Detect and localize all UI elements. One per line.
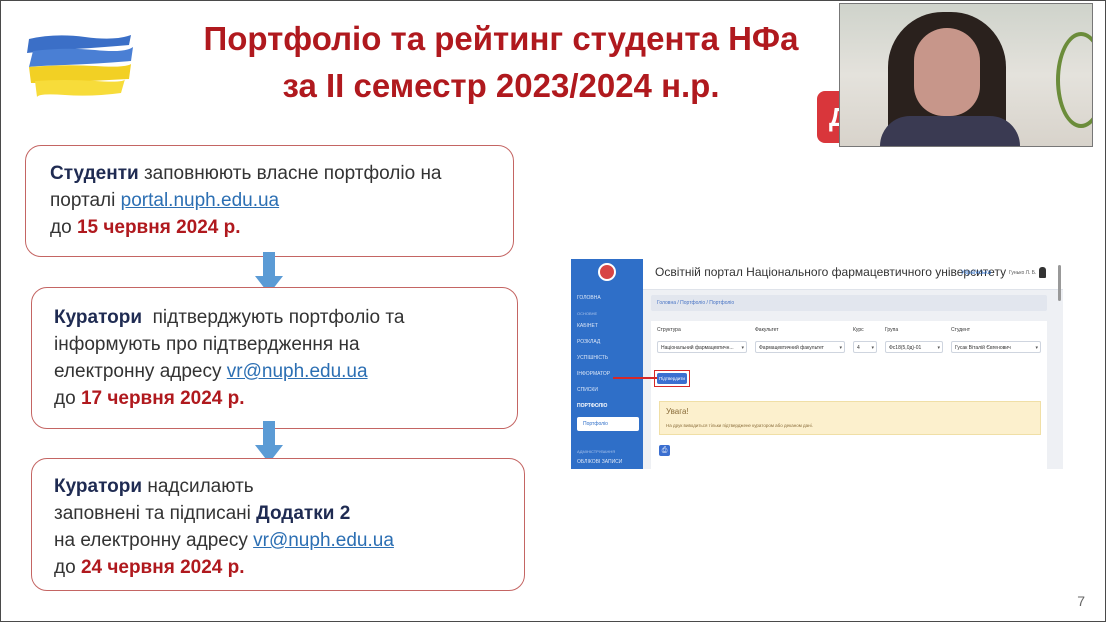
alert-title: Увага! xyxy=(666,407,689,416)
portal-nav-cabinet[interactable]: КАБІНЕТ xyxy=(577,323,598,329)
language-selector[interactable]: Українська xyxy=(961,270,991,276)
deadline-date: 24 червня 2024 р. xyxy=(80,557,245,578)
step-actor: Куратори xyxy=(54,476,143,497)
portal-nav-admin-header: АДМІНІСТРУВАННЯ xyxy=(577,449,616,454)
step-actor: Куратори xyxy=(54,307,143,328)
step-text: електронну адресу xyxy=(54,361,227,382)
presenter-face xyxy=(914,28,980,116)
step-box-curators-send: Куратори надсилають заповнені та підписа… xyxy=(31,458,525,591)
portal-nav-informer[interactable]: ІНФОРМАТОР xyxy=(577,371,610,377)
portal-breadcrumb[interactable]: Головна / Портфоліо / Портфоліо xyxy=(651,295,1047,311)
logo-ring-icon xyxy=(1056,32,1092,128)
slide-title-line1: Портфоліо та рейтинг студента НФа xyxy=(203,20,799,57)
user-avatar-icon[interactable] xyxy=(1039,267,1046,278)
portal-title: Освітній портал Національного фармацевти… xyxy=(655,265,1007,279)
course-select[interactable]: 4 xyxy=(853,341,877,353)
deadline-date: 15 червня 2024 р. xyxy=(76,217,241,238)
step-text: інформують про підтвердження на xyxy=(54,334,360,355)
step-text: порталі xyxy=(50,190,121,211)
appendix-name: Додатки 2 xyxy=(256,503,351,524)
confirm-button[interactable]: Підтвердити xyxy=(657,373,687,384)
print-icon[interactable]: ⎙ xyxy=(659,445,670,456)
group-select[interactable]: Фс18(5,0д)-01 xyxy=(885,341,943,353)
deadline-date: 17 червня 2024 р. xyxy=(80,388,245,409)
portal-scrollbar[interactable] xyxy=(1058,265,1061,301)
portal-nav-accounts[interactable]: ОБЛІКОВІ ЗАПИСИ xyxy=(577,459,622,465)
page-number: 7 xyxy=(1077,593,1085,609)
step-box-curators-confirm: Куратори підтверджують портфоліо та інфо… xyxy=(31,287,518,429)
deadline-prefix: до xyxy=(54,388,81,409)
filter-label: Структура xyxy=(657,327,681,333)
slide-title: Портфоліо та рейтинг студента НФа за II … xyxy=(151,15,851,109)
university-logo-icon xyxy=(598,263,616,281)
email-link[interactable]: vr@nuph.edu.ua xyxy=(253,530,394,551)
portal-nav-portfolio-sub[interactable]: Портфоліо xyxy=(577,417,639,431)
filter-label: Курс xyxy=(853,327,864,333)
filter-label: Факультет xyxy=(755,327,779,333)
slide-title-line2: за II семестр 2023/2024 н.р. xyxy=(282,67,720,104)
step-actor: Студенти xyxy=(50,163,139,184)
email-link[interactable]: vr@nuph.edu.ua xyxy=(227,361,368,382)
alert-text: На друк виводиться тільки підтверджене к… xyxy=(666,423,813,428)
step-text: підтверджують портфоліо та xyxy=(142,307,405,328)
portal-sidebar: ГОЛОВНА ОСНОВНЕ КАБІНЕТ РОЗКЛАД УСПІШНІС… xyxy=(571,259,643,469)
portal-nav-grades[interactable]: УСПІШНІСТЬ xyxy=(577,355,608,361)
deadline-prefix: до xyxy=(50,217,77,238)
student-select[interactable]: Гусак Віталій Євгенович xyxy=(951,341,1041,353)
portal-link[interactable]: portal.nuph.edu.ua xyxy=(121,190,279,211)
step-text: на електронну адресу xyxy=(54,530,254,551)
warning-alert: Увага! На друк виводиться тільки підтвер… xyxy=(659,401,1041,435)
presenter-shirt xyxy=(880,116,1020,146)
step-text: заповнені та підписані xyxy=(54,503,257,524)
portal-topbar: Освітній портал Національного фармацевти… xyxy=(643,259,1063,301)
portal-nav-section: ОСНОВНЕ xyxy=(577,311,598,316)
presentation-slide: Портфоліо та рейтинг студента НФа за II … xyxy=(0,0,1106,622)
filter-label: Група xyxy=(885,327,899,333)
filter-label: Студент xyxy=(951,327,971,333)
step-text: заповнюють власне портфоліо на xyxy=(138,163,442,184)
portal-screenshot: ГОЛОВНА ОСНОВНЕ КАБІНЕТ РОЗКЛАД УСПІШНІС… xyxy=(571,259,1063,469)
faculty-select[interactable]: Фармацевтичний факультет xyxy=(755,341,845,353)
step-text: надсилають xyxy=(142,476,254,497)
webcam-video xyxy=(839,3,1093,147)
portal-nav-portfolio[interactable]: ПОРТФОЛІО xyxy=(577,403,607,409)
ukrainian-flag-icon xyxy=(27,35,133,97)
step-box-students: Студенти заповнюють власне портфоліо на … xyxy=(25,145,514,257)
deadline-prefix: до xyxy=(54,557,81,578)
portal-nav-home[interactable]: ГОЛОВНА xyxy=(577,295,601,301)
structure-select[interactable]: Національний фармацевтичн... xyxy=(657,341,747,353)
portal-nav-lists[interactable]: СПИСКИ xyxy=(577,387,598,393)
portal-nav-schedule[interactable]: РОЗКЛАД xyxy=(577,339,600,345)
pointer-arrow-line xyxy=(613,377,657,379)
portal-portfolio-card: Структура Факультет Курс Група Студент Н… xyxy=(651,321,1047,469)
user-name[interactable]: Гунько Л. Б. xyxy=(1009,270,1036,276)
